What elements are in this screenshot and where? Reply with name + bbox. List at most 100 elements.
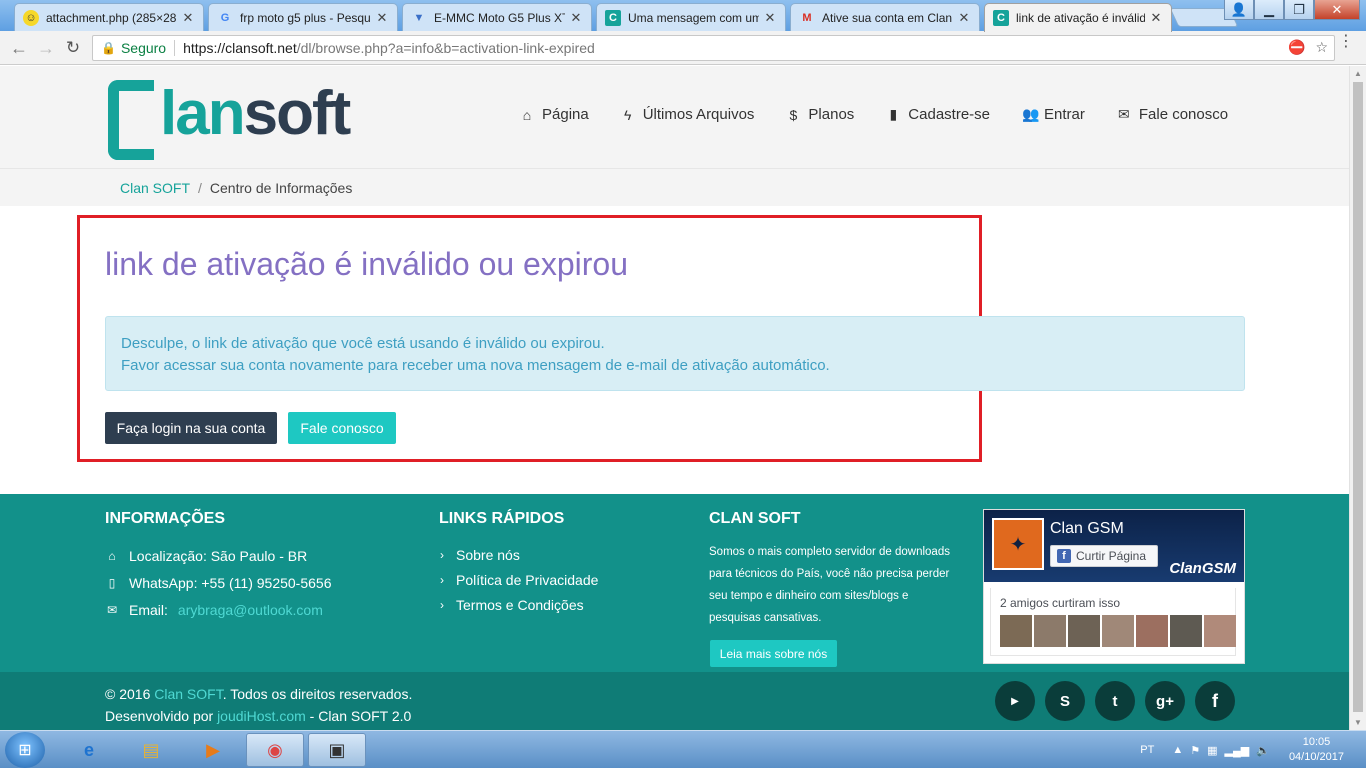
maximize-button[interactable]: ❐ — [1284, 0, 1314, 20]
close-tab-icon[interactable]: ✕ — [1149, 10, 1163, 26]
alert-line-2: Favor acessar sua conta novamente para r… — [121, 357, 830, 374]
copyright: © 2016 Clan SOFT. Todos os direitos rese… — [105, 686, 413, 724]
breadcrumb-home-link[interactable]: Clan SOFT — [120, 180, 190, 196]
footer-links-title: LINKS RÁPIDOS — [439, 510, 565, 527]
minimize-button[interactable]: ▁ — [1254, 0, 1284, 20]
explorer-icon[interactable]: ▤ — [122, 733, 180, 767]
breadcrumb: Clan SOFT / Centro de Informações — [0, 168, 1349, 206]
forward-icon[interactable]: → — [35, 37, 57, 59]
media-player-icon[interactable]: ▶ — [184, 733, 242, 767]
avatar[interactable] — [1068, 615, 1100, 647]
close-window-button[interactable]: ✕ — [1314, 0, 1360, 20]
read-more-button[interactable]: Leia mais sobre nós — [710, 640, 837, 667]
address-bar[interactable]: 🔒 Seguro https://clansoft.net/dl/browse.… — [92, 35, 1335, 61]
avatar[interactable] — [1204, 615, 1236, 647]
back-icon[interactable]: ← — [8, 37, 30, 59]
fb-friends-count: 2 amigos curtiram isso — [1000, 596, 1121, 610]
clansoft-logo[interactable]: lansoft — [108, 79, 351, 160]
copyright-link[interactable]: Clan SOFT — [154, 686, 222, 702]
web-page: lansoft ⌂ Página ϟ Últimos Arquivos $ Plano… — [0, 66, 1349, 730]
start-button[interactable]: ⊞ — [5, 732, 45, 768]
quick-links: › Sobre nós › Política de Privacidade › Ter… — [440, 542, 598, 617]
gmail-icon: M — [802, 11, 812, 24]
divider — [174, 40, 176, 56]
network-icon[interactable]: ▦ — [1207, 744, 1217, 757]
location-item: ⌂ Localização: São Paulo - BR — [105, 542, 332, 569]
facebook-icon[interactable]: f — [1195, 681, 1235, 721]
google-plus-icon[interactable]: g+ — [1145, 681, 1185, 721]
link-termos[interactable]: › Termos e Condições — [440, 592, 598, 617]
link-sobre-nos[interactable]: › Sobre nós — [440, 542, 598, 567]
site-footer: INFORMAÇÕES ⌂ Localização: São Paulo - BR… — [0, 494, 1349, 672]
twitter-icon[interactable]: t — [1095, 681, 1135, 721]
chrome-icon[interactable]: ◉ — [246, 733, 304, 767]
app-icon[interactable]: ▣ — [308, 733, 366, 767]
tab-google-search[interactable]: G frp moto g5 plus - Pesqu ✕ — [208, 3, 398, 31]
scroll-up-icon[interactable]: ▲ — [1354, 69, 1362, 78]
avatar[interactable] — [1136, 615, 1168, 647]
users-icon: 👥 — [1022, 106, 1040, 122]
close-tab-icon[interactable]: ✕ — [957, 10, 971, 26]
avatar[interactable] — [1034, 615, 1066, 647]
scrollbar-thumb[interactable] — [1353, 82, 1363, 712]
window-controls: 👤 ▁ ❐ ✕ — [1224, 0, 1360, 20]
clansoft-icon: C — [993, 10, 1009, 26]
tab-gmail[interactable]: M Ative sua conta em Clan ✕ — [790, 3, 980, 31]
blocked-icon[interactable]: ⛔ — [1288, 39, 1305, 56]
footer-clansoft-title: CLAN SOFT — [709, 510, 801, 527]
menu-icon[interactable]: ⋮ — [1338, 34, 1354, 50]
fb-page-avatar[interactable]: ✦ — [992, 518, 1044, 570]
avatar[interactable] — [1170, 615, 1202, 647]
close-tab-icon[interactable]: ✕ — [181, 10, 195, 26]
avatar[interactable] — [1102, 615, 1134, 647]
contact-button[interactable]: Fale conosco — [288, 412, 396, 444]
logo-mark — [108, 80, 154, 160]
nav-cadastre-se[interactable]: ▮ Cadastre-se — [886, 106, 990, 123]
tray-up-icon[interactable]: ▲ — [1172, 744, 1183, 756]
home-icon: ⌂ — [108, 548, 116, 563]
close-tab-icon[interactable]: ✕ — [569, 10, 583, 26]
star-icon[interactable]: ☆ — [1315, 39, 1328, 56]
clock[interactable]: 10:05 04/10/2017 — [1289, 735, 1344, 765]
google-icon: G — [220, 11, 230, 24]
vertical-scrollbar[interactable]: ▲ ▼ — [1349, 66, 1366, 730]
chevron-right-icon: › — [440, 547, 444, 562]
tab-attachment[interactable]: ☺ attachment.php (285×28 ✕ — [14, 3, 204, 31]
fb-like-button[interactable]: f Curtir Página — [1050, 545, 1158, 567]
nav-planos[interactable]: $ Planos — [786, 106, 855, 123]
email-link[interactable]: arybraga@outlook.com — [178, 602, 323, 618]
flag-icon[interactable]: ⚑ — [1190, 744, 1200, 757]
footer-bottom: © 2016 Clan SOFT. Todos os direitos rese… — [0, 672, 1349, 730]
tab-active[interactable]: C link de ativação é inválid ✕ — [984, 3, 1172, 32]
chevron-right-icon: › — [440, 597, 444, 612]
developer-link[interactable]: joudiHost.com — [217, 708, 306, 724]
tab-emmc[interactable]: ▼ E-MMC Moto G5 Plus XT ✕ — [402, 3, 592, 31]
avatar[interactable] — [1000, 615, 1032, 647]
nav-ultimos-arquivos[interactable]: ϟ Últimos Arquivos — [621, 106, 754, 123]
ie-icon[interactable]: e — [60, 733, 118, 767]
volume-icon[interactable]: 🔈 — [1256, 744, 1270, 757]
fb-page-name[interactable]: Clan GSM — [1050, 520, 1124, 538]
chevron-right-icon: › — [440, 572, 444, 587]
browser-toolbar: ← → ↻ 🔒 Seguro https://clansoft.net/dl/b… — [0, 31, 1366, 65]
close-tab-icon[interactable]: ✕ — [763, 10, 777, 26]
nav-entrar[interactable]: 👥 Entrar — [1022, 106, 1085, 123]
facebook-widget: ✦ Clan GSM f Curtir Página ClanGSM 2 amig… — [983, 509, 1245, 664]
link-privacidade[interactable]: › Política de Privacidade — [440, 567, 598, 592]
skype-icon[interactable]: S — [1045, 681, 1085, 721]
envelope-icon: ✉ — [1117, 106, 1130, 122]
user-icon[interactable]: 👤 — [1224, 0, 1254, 20]
nav-pagina[interactable]: ⌂ Página — [520, 106, 589, 123]
tab-mensagem[interactable]: C Uma mensagem com um ✕ — [596, 3, 786, 31]
bolt-icon: ϟ — [624, 106, 632, 123]
youtube-icon[interactable]: ▶ — [995, 681, 1035, 721]
login-button[interactable]: Faça login na sua conta — [105, 412, 277, 444]
scroll-down-icon[interactable]: ▼ — [1354, 718, 1362, 727]
nav-fale-conosco[interactable]: ✉ Fale conosco — [1117, 106, 1228, 123]
signal-icon[interactable]: ▂▄▆ — [1225, 744, 1250, 757]
tab-strip: ☺ attachment.php (285×28 ✕ G frp moto g5… — [0, 0, 1366, 32]
language-indicator[interactable]: PT — [1140, 744, 1154, 756]
close-tab-icon[interactable]: ✕ — [375, 10, 389, 26]
reload-icon[interactable]: ↻ — [62, 37, 84, 59]
smiley-icon: ☺ — [23, 9, 39, 26]
